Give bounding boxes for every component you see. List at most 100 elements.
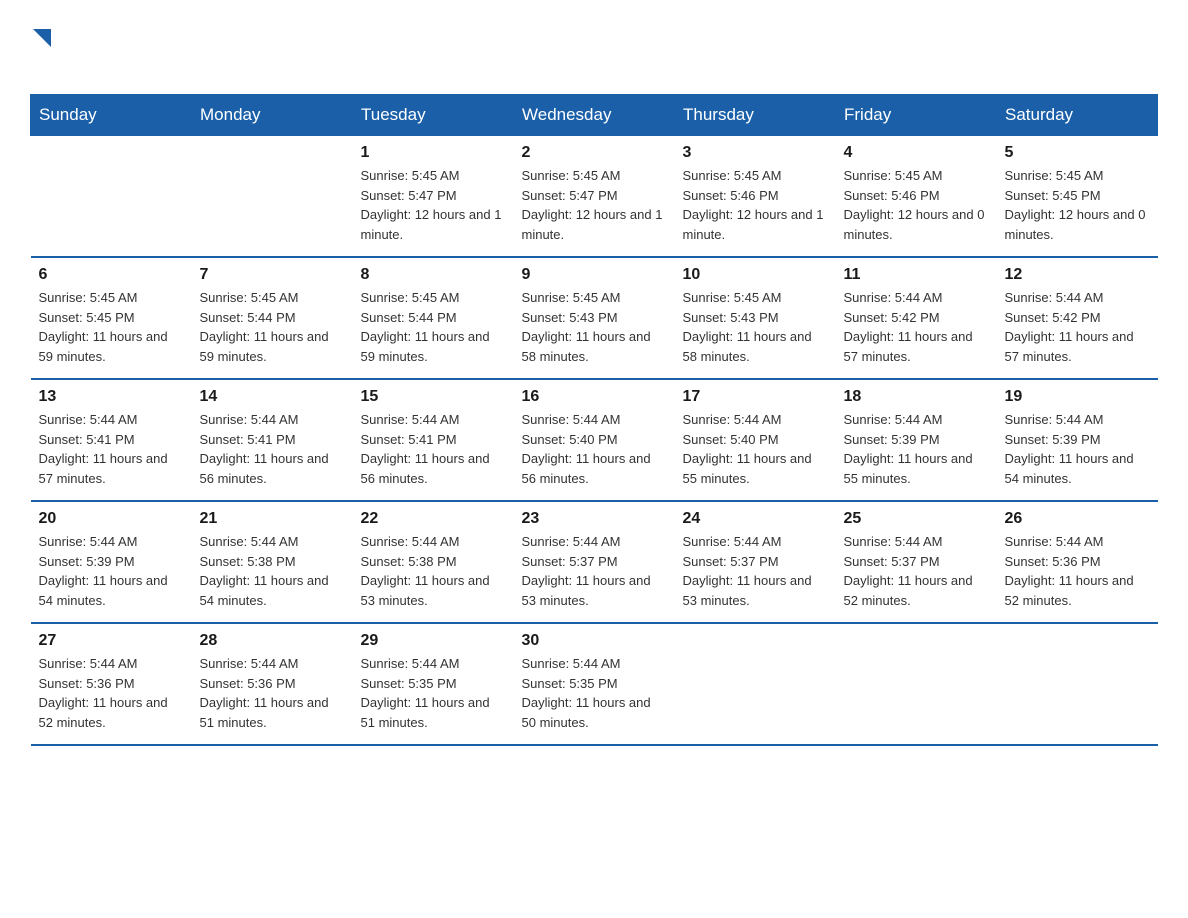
calendar-cell: 12 Sunrise: 5:44 AMSunset: 5:42 PMDayligh…: [997, 257, 1158, 379]
day-number: 30: [522, 632, 667, 650]
day-number: 11: [844, 266, 989, 284]
day-number: 17: [683, 388, 828, 406]
day-info: Sunrise: 5:45 AMSunset: 5:44 PMDaylight:…: [361, 288, 506, 366]
calendar-cell: 16 Sunrise: 5:44 AMSunset: 5:40 PMDayligh…: [514, 379, 675, 501]
day-number: 20: [39, 510, 184, 528]
header: [30, 20, 1158, 74]
day-info: Sunrise: 5:45 AMSunset: 5:45 PMDaylight:…: [1005, 166, 1150, 244]
day-info: Sunrise: 5:44 AMSunset: 5:39 PMDaylight:…: [1005, 410, 1150, 488]
day-number: 21: [200, 510, 345, 528]
calendar-cell: [836, 623, 997, 745]
day-number: 5: [1005, 144, 1150, 162]
calendar-cell: [31, 136, 192, 258]
weekday-header-thursday: Thursday: [675, 95, 836, 136]
calendar-cell: 13Sunrise: 5:44 AMSunset: 5:41 PMDayligh…: [31, 379, 192, 501]
day-number: 3: [683, 144, 828, 162]
calendar-cell: [192, 136, 353, 258]
day-number: 25: [844, 510, 989, 528]
day-info: Sunrise: 5:44 AMSunset: 5:39 PMDaylight:…: [844, 410, 989, 488]
weekday-header-tuesday: Tuesday: [353, 95, 514, 136]
day-info: Sunrise: 5:45 AMSunset: 5:47 PMDaylight:…: [361, 166, 506, 244]
calendar-cell: 2 Sunrise: 5:45 AMSunset: 5:47 PMDaylight…: [514, 136, 675, 258]
day-number: 22: [361, 510, 506, 528]
day-info: Sunrise: 5:44 AMSunset: 5:39 PMDaylight:…: [39, 532, 184, 610]
day-number: 13: [39, 388, 184, 406]
calendar-cell: 1 Sunrise: 5:45 AMSunset: 5:47 PMDaylight…: [353, 136, 514, 258]
day-info: Sunrise: 5:44 AMSunset: 5:40 PMDaylight:…: [683, 410, 828, 488]
calendar-cell: [997, 623, 1158, 745]
weekday-header-sunday: Sunday: [31, 95, 192, 136]
weekday-header-wednesday: Wednesday: [514, 95, 675, 136]
calendar-cell: 18 Sunrise: 5:44 AMSunset: 5:39 PMDayligh…: [836, 379, 997, 501]
day-number: 10: [683, 266, 828, 284]
logo-arrow-icon: [33, 29, 51, 47]
day-number: 27: [39, 632, 184, 650]
day-info: Sunrise: 5:45 AMSunset: 5:43 PMDaylight:…: [683, 288, 828, 366]
day-info: Sunrise: 5:44 AMSunset: 5:36 PMDaylight:…: [39, 654, 184, 732]
calendar-week-row: 27 Sunrise: 5:44 AMSunset: 5:36 PMDayligh…: [31, 623, 1158, 745]
day-info: Sunrise: 5:44 AMSunset: 5:42 PMDaylight:…: [844, 288, 989, 366]
weekday-header-row: SundayMondayTuesdayWednesdayThursdayFrid…: [31, 95, 1158, 136]
calendar-cell: 19 Sunrise: 5:44 AMSunset: 5:39 PMDayligh…: [997, 379, 1158, 501]
day-number: 9: [522, 266, 667, 284]
calendar-cell: 17 Sunrise: 5:44 AMSunset: 5:40 PMDayligh…: [675, 379, 836, 501]
day-info: Sunrise: 5:44 AMSunset: 5:37 PMDaylight:…: [522, 532, 667, 610]
day-number: 16: [522, 388, 667, 406]
calendar-cell: 10 Sunrise: 5:45 AMSunset: 5:43 PMDayligh…: [675, 257, 836, 379]
day-info: Sunrise: 5:44 AMSunset: 5:36 PMDaylight:…: [1005, 532, 1150, 610]
day-number: 12: [1005, 266, 1150, 284]
calendar-cell: 11 Sunrise: 5:44 AMSunset: 5:42 PMDayligh…: [836, 257, 997, 379]
logo-text: [30, 20, 51, 54]
day-info: Sunrise: 5:45 AMSunset: 5:46 PMDaylight:…: [683, 166, 828, 244]
weekday-header-friday: Friday: [836, 95, 997, 136]
calendar-cell: 6 Sunrise: 5:45 AMSunset: 5:45 PMDaylight…: [31, 257, 192, 379]
day-info: Sunrise: 5:45 AMSunset: 5:44 PMDaylight:…: [200, 288, 345, 366]
day-number: 15: [361, 388, 506, 406]
day-number: 29: [361, 632, 506, 650]
day-number: 26: [1005, 510, 1150, 528]
day-info: Sunrise: 5:44 AMSunset: 5:35 PMDaylight:…: [361, 654, 506, 732]
calendar-cell: 3 Sunrise: 5:45 AMSunset: 5:46 PMDaylight…: [675, 136, 836, 258]
day-info: Sunrise: 5:45 AMSunset: 5:43 PMDaylight:…: [522, 288, 667, 366]
day-number: 24: [683, 510, 828, 528]
day-info: Sunrise: 5:45 AMSunset: 5:45 PMDaylight:…: [39, 288, 184, 366]
calendar-header: SundayMondayTuesdayWednesdayThursdayFrid…: [31, 95, 1158, 136]
day-number: 19: [1005, 388, 1150, 406]
calendar-week-row: 13 Sunrise: 5:44 AMSunset: 5:41 PMDayligh…: [31, 379, 1158, 501]
day-number: 1: [361, 144, 506, 162]
calendar-cell: 24Sunrise: 5:44 AMSunset: 5:37 PMDayligh…: [675, 501, 836, 623]
day-number: 23: [522, 510, 667, 528]
calendar-week-row: 1 Sunrise: 5:45 AMSunset: 5:47 PMDaylight…: [31, 136, 1158, 258]
day-number: 4: [844, 144, 989, 162]
day-info: Sunrise: 5:44 AMSunset: 5:42 PMDaylight:…: [1005, 288, 1150, 366]
day-number: 18: [844, 388, 989, 406]
calendar-cell: 9 Sunrise: 5:45 AMSunset: 5:43 PMDaylight…: [514, 257, 675, 379]
day-number: 8: [361, 266, 506, 284]
day-info: Sunrise: 5:44 AMSunset: 5:41 PMDaylight:…: [200, 410, 345, 488]
day-info: Sunrise: 5:45 AMSunset: 5:47 PMDaylight:…: [522, 166, 667, 244]
day-info: Sunrise: 5:44 AMSunset: 5:36 PMDaylight:…: [200, 654, 345, 732]
calendar-cell: 22 Sunrise: 5:44 AMSunset: 5:38 PMDayligh…: [353, 501, 514, 623]
day-info: Sunrise: 5:45 AMSunset: 5:46 PMDaylight:…: [844, 166, 989, 244]
weekday-header-saturday: Saturday: [997, 95, 1158, 136]
day-info: Sunrise: 5:44 AMSunset: 5:41 PMDaylight:…: [361, 410, 506, 488]
calendar-cell: 4 Sunrise: 5:45 AMSunset: 5:46 PMDaylight…: [836, 136, 997, 258]
calendar-body: 1 Sunrise: 5:45 AMSunset: 5:47 PMDaylight…: [31, 136, 1158, 746]
calendar-cell: 15 Sunrise: 5:44 AMSunset: 5:41 PMDayligh…: [353, 379, 514, 501]
day-number: 6: [39, 266, 184, 284]
day-number: 7: [200, 266, 345, 284]
calendar-cell: 14Sunrise: 5:44 AMSunset: 5:41 PMDayligh…: [192, 379, 353, 501]
day-number: 28: [200, 632, 345, 650]
calendar-table: SundayMondayTuesdayWednesdayThursdayFrid…: [30, 94, 1158, 746]
day-info: Sunrise: 5:44 AMSunset: 5:37 PMDaylight:…: [844, 532, 989, 610]
calendar-cell: 20 Sunrise: 5:44 AMSunset: 5:39 PMDayligh…: [31, 501, 192, 623]
day-info: Sunrise: 5:44 AMSunset: 5:38 PMDaylight:…: [361, 532, 506, 610]
calendar-week-row: 20 Sunrise: 5:44 AMSunset: 5:39 PMDayligh…: [31, 501, 1158, 623]
day-info: Sunrise: 5:44 AMSunset: 5:35 PMDaylight:…: [522, 654, 667, 732]
day-number: 2: [522, 144, 667, 162]
calendar-cell: 26 Sunrise: 5:44 AMSunset: 5:36 PMDayligh…: [997, 501, 1158, 623]
day-info: Sunrise: 5:44 AMSunset: 5:38 PMDaylight:…: [200, 532, 345, 610]
day-info: Sunrise: 5:44 AMSunset: 5:40 PMDaylight:…: [522, 410, 667, 488]
calendar-cell: 7 Sunrise: 5:45 AMSunset: 5:44 PMDaylight…: [192, 257, 353, 379]
logo: [30, 20, 51, 74]
